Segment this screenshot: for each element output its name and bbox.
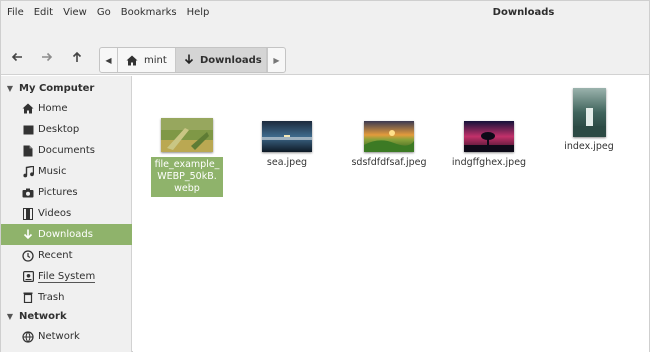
title-bar: File Edit View Go Bookmarks Help Downloa… <box>1 1 649 25</box>
image-thumbnail <box>161 118 213 152</box>
file-name: sdsfdfdfsaf.jpeg <box>351 157 427 168</box>
path-scroll-right-button[interactable]: ▶ <box>267 48 285 72</box>
file-manager-window: File Edit View Go Bookmarks Help Downloa… <box>0 0 650 352</box>
menu-go[interactable]: Go <box>92 1 116 25</box>
window-title: Downloads <box>492 7 555 18</box>
triangle-left-icon: ◀ <box>105 55 112 65</box>
forward-button[interactable] <box>38 50 56 68</box>
sidebar-item-file-system[interactable]: File System <box>1 266 132 287</box>
menu-bar: File Edit View Go Bookmarks Help <box>3 1 214 25</box>
trash-icon <box>22 292 34 304</box>
sidebar-item-label: File System <box>38 270 96 283</box>
document-icon <box>22 145 34 157</box>
file-name: file_example_WEBP_50kB.webp <box>151 157 223 197</box>
menu-help[interactable]: Help <box>182 1 215 25</box>
harddisk-icon <box>22 271 34 283</box>
image-thumbnail <box>464 121 514 152</box>
file-thumbnail-wrap <box>241 100 333 152</box>
sidebar-item-home[interactable]: Home <box>1 98 132 119</box>
menu-bookmarks[interactable]: Bookmarks <box>116 1 182 25</box>
sidebar-item-label: Videos <box>38 208 72 219</box>
crumb-label: Downloads <box>200 54 262 66</box>
section-my-computer[interactable]: ▼ My Computer <box>1 78 132 98</box>
sidebar-item-desktop[interactable]: Desktop <box>1 119 132 140</box>
file-item[interactable]: sea.jpeg <box>241 100 333 169</box>
image-thumbnail <box>364 121 414 152</box>
arrow-left-icon <box>11 51 23 67</box>
music-icon <box>22 165 34 178</box>
menu-edit[interactable]: Edit <box>29 1 58 25</box>
sidebar: ▼ My Computer Home Desktop Documents Mus… <box>1 76 132 352</box>
file-thumbnail-wrap <box>141 100 233 152</box>
sidebar-item-label: Music <box>38 166 67 177</box>
file-item[interactable]: index.jpeg <box>543 76 635 153</box>
sidebar-item-label: Recent <box>38 250 73 261</box>
camera-icon <box>22 187 34 199</box>
file-name: sea.jpeg <box>266 157 308 168</box>
file-name: indgffghex.jpeg <box>451 157 527 168</box>
download-icon <box>22 229 34 241</box>
file-thumbnail-wrap <box>443 100 535 152</box>
section-title: My Computer <box>19 82 95 94</box>
expander-down-icon: ▼ <box>6 311 14 321</box>
file-thumbnail-wrap <box>543 76 635 137</box>
film-icon <box>22 207 34 220</box>
arrow-up-icon <box>71 51 83 67</box>
sidebar-item-label: Home <box>38 103 68 114</box>
sidebar-item-documents[interactable]: Documents <box>1 140 132 161</box>
sidebar-item-videos[interactable]: Videos <box>1 203 132 224</box>
sidebar-item-label: Downloads <box>38 229 93 240</box>
sidebar-item-label: Documents <box>38 145 96 156</box>
section-network[interactable]: ▼ Network <box>1 306 132 326</box>
sidebar-item-label: Desktop <box>38 124 80 135</box>
back-button[interactable] <box>8 50 26 68</box>
sidebar-item-trash[interactable]: Trash <box>1 287 132 308</box>
file-item[interactable]: sdsfdfdfsaf.jpeg <box>343 100 435 169</box>
sidebar-item-network[interactable]: Network <box>1 326 132 347</box>
file-item[interactable]: indgffghex.jpeg <box>443 100 535 169</box>
file-item[interactable]: file_example_WEBP_50kB.webp <box>141 100 233 197</box>
expander-down-icon: ▼ <box>6 83 14 93</box>
arrow-right-icon <box>41 51 53 67</box>
sidebar-item-recent[interactable]: Recent <box>1 245 132 266</box>
crumb-downloads[interactable]: Downloads <box>176 48 267 72</box>
desktop-icon <box>22 124 34 136</box>
file-thumbnail-wrap <box>343 100 435 152</box>
crumb-label: mint <box>144 54 167 66</box>
toolbar: ◀ mint Downloads ▶ <box>1 25 649 75</box>
sidebar-item-music[interactable]: Music <box>1 161 132 182</box>
home-icon <box>126 55 138 66</box>
menu-view[interactable]: View <box>58 1 92 25</box>
sidebar-item-label: Network <box>38 331 80 342</box>
sidebar-item-pictures[interactable]: Pictures <box>1 182 132 203</box>
image-thumbnail <box>572 88 606 137</box>
sidebar-item-downloads[interactable]: Downloads <box>1 224 132 245</box>
sidebar-item-label: Pictures <box>38 187 78 198</box>
up-button[interactable] <box>68 50 86 68</box>
sidebar-item-label: Trash <box>38 292 65 303</box>
menu-file[interactable]: File <box>3 1 29 25</box>
triangle-right-icon: ▶ <box>273 55 280 65</box>
path-bar: ◀ mint Downloads ▶ <box>99 47 286 73</box>
download-icon <box>184 54 194 66</box>
file-view[interactable]: file_example_WEBP_50kB.webp sea.jpeg sds… <box>133 76 649 352</box>
section-title: Network <box>19 310 67 322</box>
path-scroll-left-button[interactable]: ◀ <box>100 48 118 72</box>
network-icon <box>22 330 34 343</box>
file-name: index.jpeg <box>564 141 614 152</box>
crumb-mint[interactable]: mint <box>118 48 176 72</box>
clock-icon <box>22 249 34 262</box>
image-thumbnail <box>262 121 312 152</box>
home-icon <box>22 103 34 115</box>
